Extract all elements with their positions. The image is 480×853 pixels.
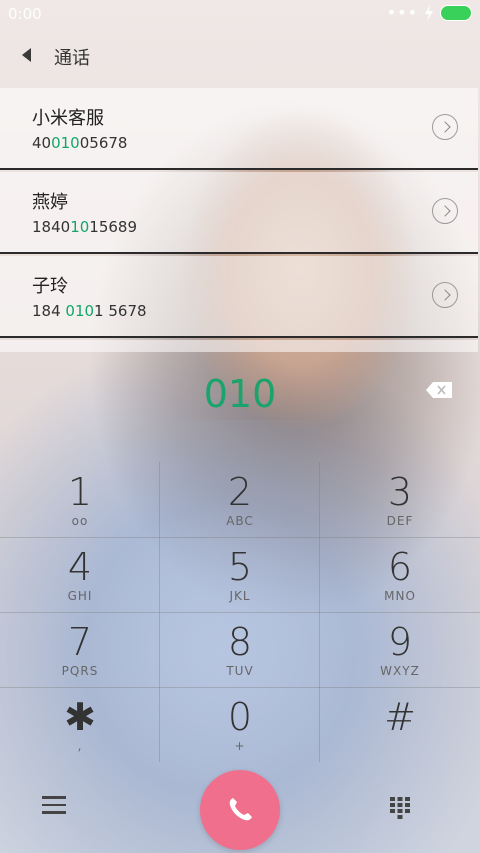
status-time: 0:00 bbox=[8, 5, 42, 23]
key-digit: 0 bbox=[227, 695, 253, 739]
contact-number: 4001005678 bbox=[32, 134, 127, 152]
voicemail-icon: ᴏᴏ bbox=[71, 514, 89, 528]
number-match: 010 bbox=[65, 302, 95, 320]
contact-name: 燕婷 bbox=[32, 192, 68, 213]
contact-item[interactable]: 子玲 184 0101 5678 bbox=[0, 256, 478, 338]
page-title: 通话 bbox=[54, 48, 90, 69]
contact-item-partial[interactable] bbox=[0, 340, 478, 352]
dialpad-toggle-icon[interactable] bbox=[388, 796, 412, 820]
number-prefix: 1840 bbox=[32, 218, 71, 236]
app-header: 通话 bbox=[0, 36, 480, 80]
number-suffix: 15689 bbox=[89, 218, 137, 236]
battery-icon bbox=[440, 5, 472, 21]
key-letters: PQRS bbox=[61, 664, 99, 678]
key-letters: DEF bbox=[386, 514, 414, 528]
phone-icon bbox=[229, 798, 252, 821]
status-bar: 0:00 ••• bbox=[0, 0, 480, 28]
contact-number: 18401015689 bbox=[32, 218, 137, 236]
key-9[interactable]: 9 WXYZ bbox=[320, 612, 480, 687]
key-digit: 3 bbox=[387, 470, 413, 514]
key-digit: 7 bbox=[67, 620, 93, 664]
number-match: 10 bbox=[70, 218, 90, 236]
key-letters: MNO bbox=[384, 589, 416, 603]
key-hash[interactable]: # bbox=[320, 687, 480, 762]
key-letters: + bbox=[234, 739, 246, 753]
contact-name: 子玲 bbox=[32, 276, 68, 297]
number-suffix: 1 5678 bbox=[94, 302, 147, 320]
key-digit: ✱ bbox=[64, 695, 96, 739]
key-digit: # bbox=[384, 695, 416, 739]
key-digit: 6 bbox=[387, 545, 413, 589]
key-4[interactable]: 4 GHI bbox=[0, 537, 160, 612]
contact-name: 小米客服 bbox=[32, 108, 104, 129]
contact-detail-chevron-icon[interactable] bbox=[432, 282, 458, 308]
key-8[interactable]: 8 TUV bbox=[160, 612, 320, 687]
key-1[interactable]: 1 ᴏᴏ bbox=[0, 462, 160, 537]
dialed-number: 010 bbox=[203, 372, 277, 416]
call-button[interactable] bbox=[200, 770, 280, 850]
key-0[interactable]: 0 + bbox=[160, 687, 320, 762]
number-suffix: 05678 bbox=[79, 134, 128, 152]
menu-icon[interactable] bbox=[42, 796, 66, 816]
signal-dots-icon: ••• bbox=[386, 3, 418, 22]
key-letters: ABC bbox=[226, 514, 254, 528]
key-2[interactable]: 2 ABC bbox=[160, 462, 320, 537]
key-7[interactable]: 7 PQRS bbox=[0, 612, 160, 687]
key-letters: TUV bbox=[226, 664, 254, 678]
key-digit: 9 bbox=[387, 620, 413, 664]
key-digit: 5 bbox=[227, 545, 253, 589]
number-prefix: 40 bbox=[32, 134, 52, 152]
backspace-icon[interactable] bbox=[426, 382, 452, 398]
contact-detail-chevron-icon[interactable] bbox=[432, 198, 458, 224]
key-digit: 1 bbox=[67, 470, 93, 514]
dial-keypad: 1 ᴏᴏ 2 ABC 3 DEF 4 GHI 5 JKL 6 MNO 7 PQRS 8 TUV … bbox=[0, 462, 480, 762]
charging-icon bbox=[425, 5, 433, 21]
status-icons: ••• bbox=[387, 5, 472, 21]
contact-item[interactable]: 燕婷 18401015689 bbox=[0, 172, 478, 254]
key-5[interactable]: 5 JKL bbox=[160, 537, 320, 612]
back-arrow-icon[interactable] bbox=[22, 48, 31, 62]
contact-detail-chevron-icon[interactable] bbox=[432, 114, 458, 140]
number-match: 010 bbox=[51, 134, 80, 152]
key-6[interactable]: 6 MNO bbox=[320, 537, 480, 612]
key-letters: , bbox=[77, 739, 83, 753]
key-digit: 8 bbox=[227, 620, 253, 664]
key-star[interactable]: ✱, bbox=[0, 687, 160, 762]
key-digit: 2 bbox=[227, 470, 253, 514]
number-prefix: 184 bbox=[32, 302, 66, 320]
key-3[interactable]: 3 DEF bbox=[320, 462, 480, 537]
key-letters: WXYZ bbox=[380, 664, 420, 678]
contact-item[interactable]: 小米客服 4001005678 bbox=[0, 88, 478, 170]
key-digit: 4 bbox=[67, 545, 93, 589]
key-letters: GHI bbox=[67, 589, 93, 603]
contact-number: 184 0101 5678 bbox=[32, 302, 147, 320]
key-letters: JKL bbox=[229, 589, 251, 603]
